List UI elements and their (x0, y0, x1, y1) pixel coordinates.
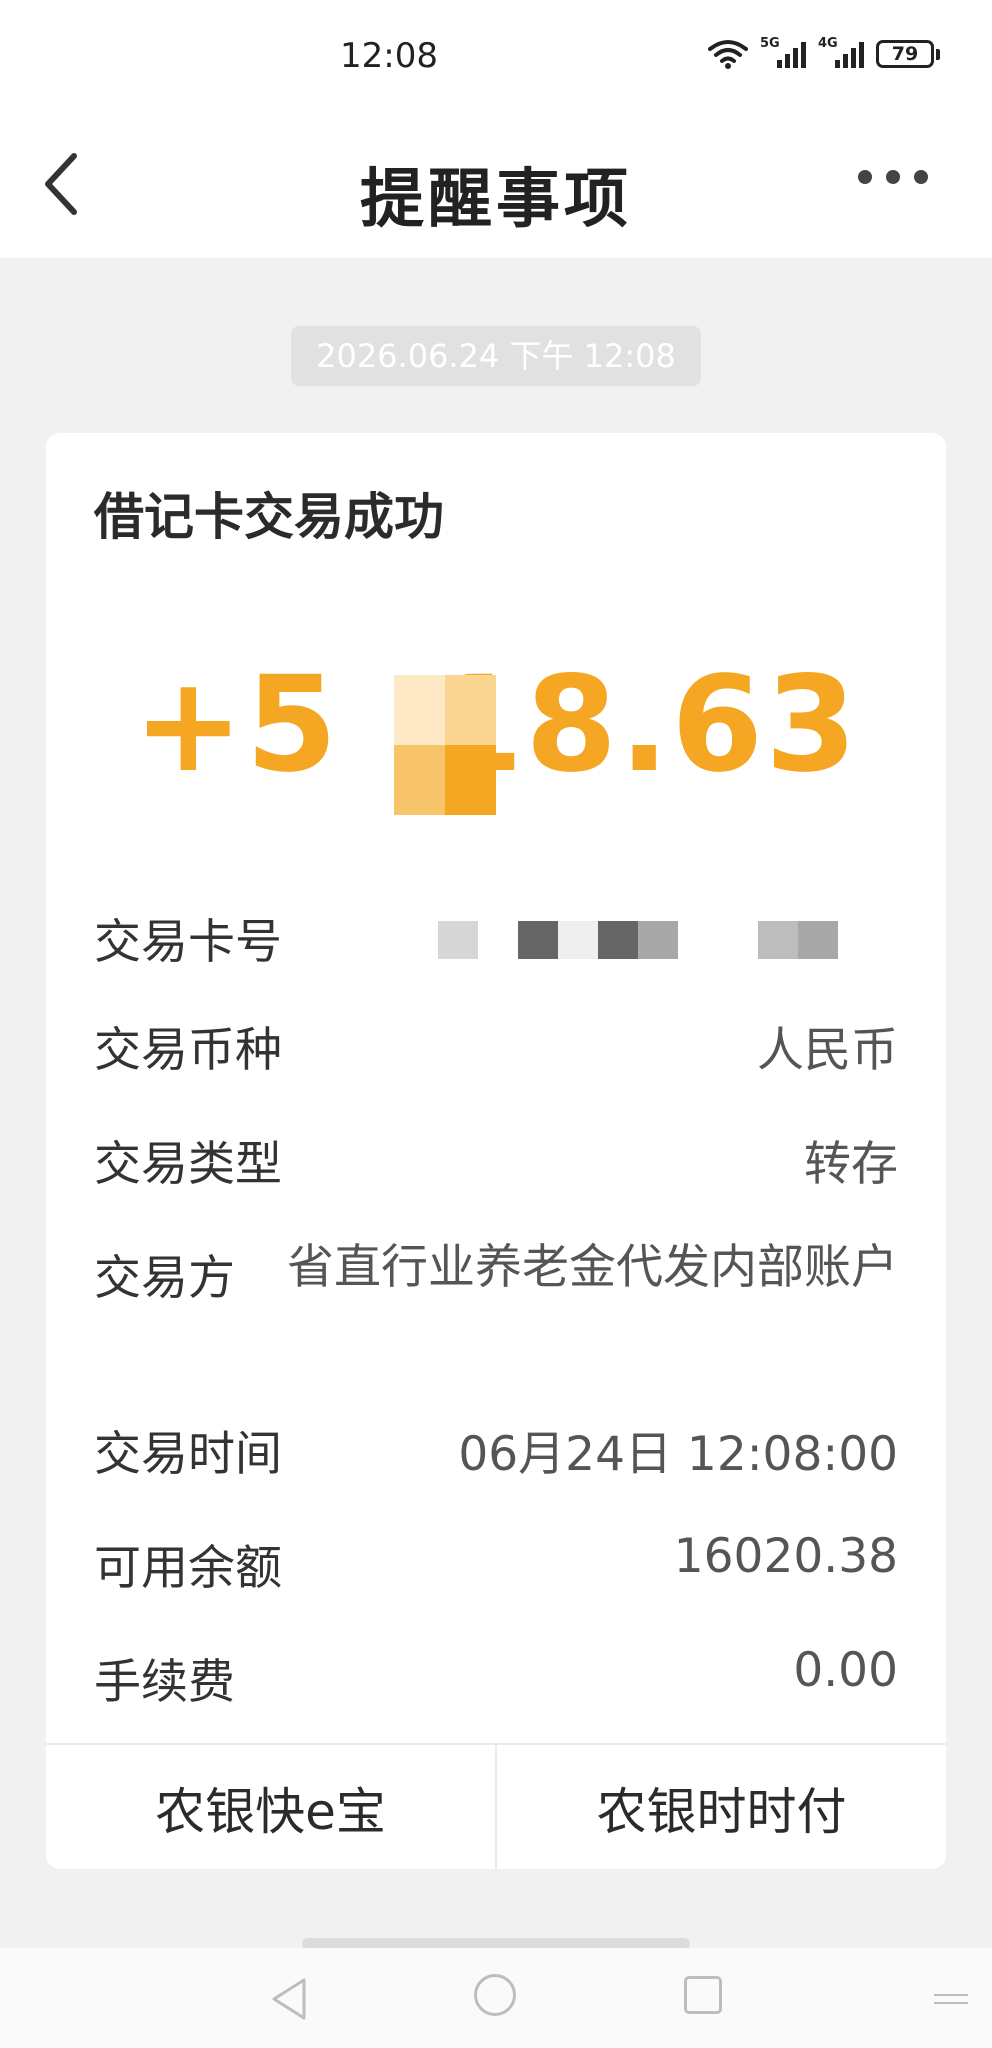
transaction-card: 借记卡交易成功 +5 18.63 交易卡号 交易币种 人民币 交易类型 转存 交易… (46, 433, 946, 1869)
page-title: 提醒事项 (360, 163, 632, 237)
nav-header: 提醒事项 (0, 112, 992, 258)
card-title: 借记卡交易成功 (94, 488, 444, 546)
signal-4g-icon: 4G (818, 36, 864, 70)
row-label: 可用余额 (94, 1541, 282, 1596)
transaction-amount: +5 18.63 (46, 648, 946, 802)
wifi-icon (708, 40, 748, 69)
nav-back-icon[interactable] (268, 1976, 310, 2022)
row-label: 交易卡号 (94, 915, 282, 970)
card-action-bar: 农银快e宝 农银时时付 (46, 1743, 946, 1869)
kuai-e-bao-button[interactable]: 农银快e宝 (46, 1745, 495, 1869)
more-icon[interactable] (858, 170, 928, 184)
row-value: 06月24日 12:08:00 (458, 1427, 898, 1482)
row-value: 16020.38 (673, 1529, 898, 1584)
status-bar: 12:08 5G 4G 79 (0, 0, 992, 112)
row-label: 交易类型 (94, 1137, 282, 1192)
row-label: 交易方 (94, 1251, 235, 1306)
status-time: 12:08 (340, 36, 438, 76)
menu-lines-icon[interactable] (934, 1994, 968, 2010)
status-icons: 5G 4G 79 (708, 36, 940, 70)
nav-home-icon[interactable] (474, 1974, 516, 2016)
row-value: 转存 (804, 1137, 898, 1192)
row-label: 交易时间 (94, 1427, 282, 1482)
amount-redaction-mosaic (394, 675, 496, 815)
battery-icon: 79 (876, 40, 940, 68)
amount-prefix: +5 (133, 648, 340, 802)
row-value: 0.00 (793, 1643, 898, 1698)
card-number-redaction (438, 913, 898, 963)
row-label: 交易币种 (94, 1023, 282, 1078)
nav-recent-icon[interactable] (684, 1976, 722, 2014)
row-label: 手续费 (94, 1655, 235, 1710)
shishi-fu-button[interactable]: 农银时时付 (495, 1745, 946, 1869)
message-timestamp: 2026.06.24 下午 12:08 (291, 326, 701, 386)
row-value: 人民币 (757, 1023, 898, 1078)
signal-5g-icon: 5G (760, 36, 806, 70)
row-value: 省直行业养老金代发内部账户 (287, 1240, 898, 1295)
system-navigation-bar (0, 1948, 992, 2048)
